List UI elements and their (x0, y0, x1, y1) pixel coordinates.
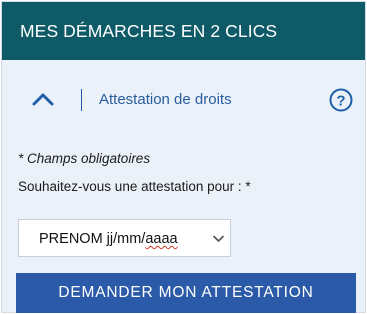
demarches-widget: MES DÉMARCHES EN 2 CLICS Attestation de … (1, 1, 366, 313)
chevron-down-icon[interactable] (213, 235, 224, 243)
accordion-attestation: Attestation de droits ? (2, 60, 365, 140)
widget-title: MES DÉMARCHES EN 2 CLICS (20, 21, 278, 41)
required-fields-note: * Champs obligatoires (18, 151, 151, 166)
attestation-question-label: Souhaitez-vous une attestation pour : * (18, 179, 251, 194)
chevron-up-icon[interactable] (32, 92, 54, 106)
accordion-title[interactable]: Attestation de droits (99, 91, 232, 108)
beneficiary-select[interactable]: PRENOM jj/mm/aaaa (18, 219, 231, 257)
accordion-divider (81, 89, 82, 111)
select-value: PRENOM jj/mm/aaaa (39, 231, 178, 247)
request-attestation-button[interactable]: DEMANDER MON ATTESTATION (16, 273, 356, 313)
help-glyph: ? (336, 93, 345, 110)
widget-header: MES DÉMARCHES EN 2 CLICS (2, 2, 365, 60)
help-circle-icon[interactable]: ? (329, 88, 353, 112)
